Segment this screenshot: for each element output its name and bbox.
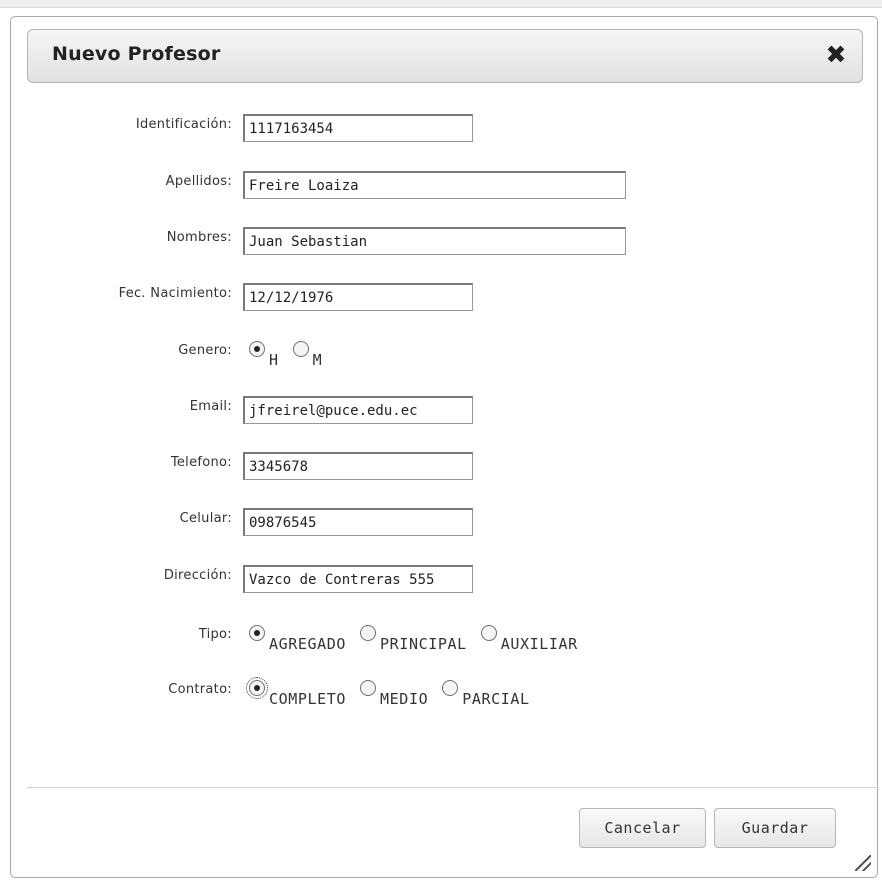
tipo-option-label: AUXILIAR: [500, 635, 578, 653]
nombres-field[interactable]: Juan Sebastian: [243, 227, 626, 255]
contrato-option-label: COMPLETO: [269, 690, 347, 708]
tipo-option-label: PRINCIPAL: [380, 635, 467, 653]
close-icon[interactable]: ✖: [822, 40, 850, 70]
celular-label: Celular:: [179, 511, 232, 526]
tipo-option-agregado[interactable]: AGREGADO: [249, 625, 346, 653]
genero-options: H M: [249, 341, 336, 369]
contrato-option-medio[interactable]: MEDIO: [360, 680, 428, 708]
backdrop: [0, 0, 882, 8]
footer-divider: [27, 787, 879, 788]
resize-grip-icon[interactable]: [855, 855, 871, 871]
tipo-label: Tipo:: [198, 627, 232, 642]
genero-option-h[interactable]: H: [249, 341, 279, 369]
genero-option-label: H: [269, 351, 279, 369]
identificacion-label: Identificación:: [135, 117, 232, 132]
contrato-option-label: MEDIO: [380, 690, 429, 708]
identificacion-field[interactable]: 1117163454: [243, 114, 473, 142]
apellidos-label: Apellidos:: [165, 174, 232, 189]
radio-icon[interactable]: [292, 341, 309, 357]
tipo-option-label: AGREGADO: [269, 635, 347, 653]
cancel-button[interactable]: Cancelar: [579, 808, 706, 848]
telefono-field[interactable]: 3345678: [243, 452, 473, 480]
apellidos-field[interactable]: Freire Loaiza: [243, 171, 626, 199]
radio-icon[interactable]: [246, 677, 268, 699]
radio-icon[interactable]: [249, 625, 265, 641]
fec-nacimiento-label: Fec. Nacimiento:: [118, 286, 232, 301]
dialog-title: Nuevo Profesor: [52, 43, 221, 65]
telefono-label: Telefono:: [170, 455, 232, 470]
genero-label: Genero:: [178, 343, 232, 358]
contrato-option-completo[interactable]: COMPLETO: [246, 677, 346, 708]
contrato-option-parcial[interactable]: PARCIAL: [442, 680, 529, 708]
genero-option-m[interactable]: M: [292, 341, 323, 369]
nombres-label: Nombres:: [166, 230, 232, 245]
email-field[interactable]: jfreirel@puce.edu.ec: [243, 396, 473, 424]
radio-icon[interactable]: [360, 680, 377, 696]
tipo-options: AGREGADO PRINCIPAL AUXILIAR: [249, 625, 592, 653]
radio-icon[interactable]: [360, 625, 377, 641]
contrato-option-label: PARCIAL: [462, 690, 530, 708]
save-button[interactable]: Guardar: [714, 808, 836, 848]
direccion-field[interactable]: Vazco de Contreras 555: [243, 565, 473, 593]
email-label: Email:: [189, 399, 232, 414]
tipo-option-principal[interactable]: PRINCIPAL: [360, 625, 467, 653]
celular-field[interactable]: 09876545: [243, 508, 473, 536]
genero-option-label: M: [312, 351, 323, 369]
fec-nacimiento-field[interactable]: 12/12/1976: [243, 283, 473, 311]
nuevo-profesor-dialog: Nuevo Profesor ✖ Identificación: 1117163…: [10, 16, 879, 878]
radio-icon[interactable]: [442, 680, 459, 696]
tipo-option-auxiliar[interactable]: AUXILIAR: [480, 625, 578, 653]
radio-icon[interactable]: [249, 341, 265, 357]
contrato-options: COMPLETO MEDIO PARCIAL: [246, 677, 544, 708]
dialog-titlebar[interactable]: Nuevo Profesor ✖: [27, 29, 863, 83]
direccion-label: Dirección:: [163, 568, 232, 583]
contrato-label: Contrato:: [168, 682, 232, 697]
radio-icon[interactable]: [480, 625, 497, 641]
